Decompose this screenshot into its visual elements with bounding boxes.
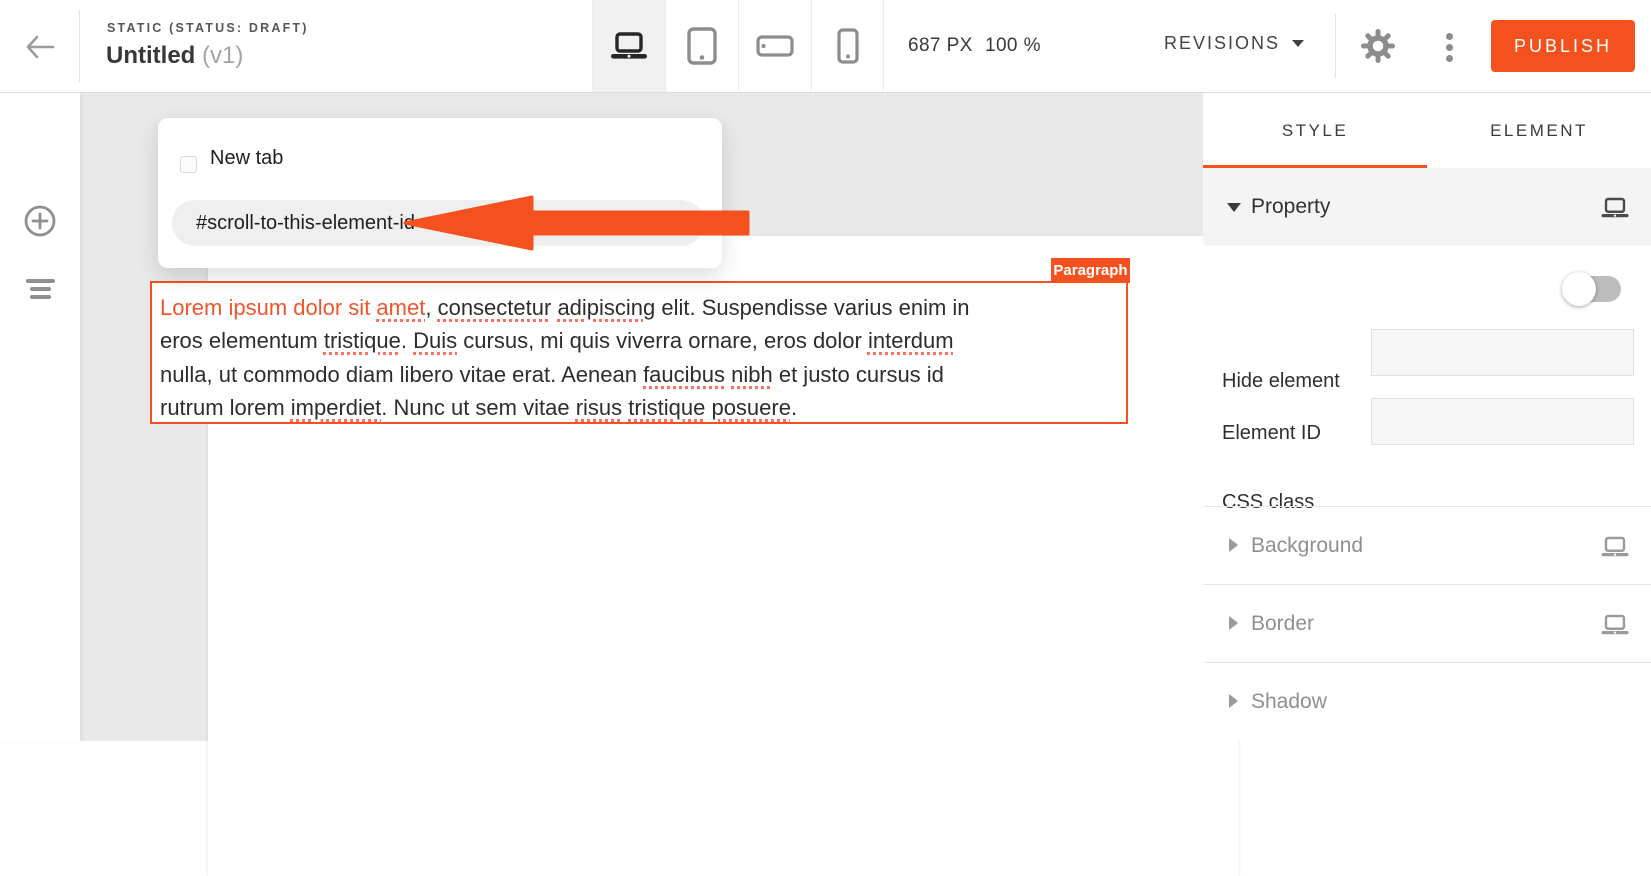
- caret-down-icon: [1227, 203, 1241, 212]
- device-laptop-button[interactable]: [592, 0, 665, 92]
- element-id-input[interactable]: [1371, 329, 1634, 376]
- laptop-icon[interactable]: [1600, 535, 1632, 559]
- tab-element[interactable]: ELEMENT: [1427, 93, 1651, 168]
- paragraph-line: eros elementum tristique. Duis cursus, m…: [160, 328, 954, 354]
- device-phone-portrait-button[interactable]: [811, 0, 884, 92]
- inspector-panel: STYLE ELEMENT Property Hide element Elem…: [1203, 93, 1651, 741]
- kebab-menu-icon: [1445, 32, 1453, 62]
- caret-right-icon: [1229, 694, 1238, 708]
- device-tablet-button[interactable]: [665, 0, 738, 92]
- device-preview-switcher: [592, 0, 884, 92]
- revisions-label: REVISIONS: [1164, 33, 1281, 53]
- laptop-icon[interactable]: [1600, 196, 1632, 220]
- toggle-knob: [1562, 272, 1596, 306]
- section-title: Shadow: [1251, 690, 1327, 713]
- page-version: (v1): [202, 42, 244, 69]
- paragraph-link: Lorem ipsum dolor sit amet: [160, 295, 426, 320]
- hide-element-label: Hide element: [1222, 370, 1340, 392]
- more-options-button[interactable]: [1441, 29, 1457, 65]
- device-phone-landscape-button[interactable]: [738, 0, 811, 92]
- settings-button[interactable]: [1359, 27, 1397, 65]
- paragraph-line: rutrum lorem imperdiet. Nunc ut sem vita…: [160, 395, 798, 421]
- css-class-input[interactable]: [1371, 398, 1634, 445]
- paragraph-line: nulla, ut commodo diam libero vitae erat…: [160, 361, 944, 387]
- inspector-tabs: STYLE ELEMENT: [1203, 93, 1651, 168]
- top-bar: STATIC (STATUS: DRAFT) Untitled (v1) 687…: [0, 0, 1651, 93]
- zoom-level-readout: 100 %: [985, 35, 1041, 56]
- chevron-down-icon: [1292, 40, 1305, 47]
- laptop-icon: [609, 31, 649, 61]
- section-header-shadow[interactable]: Shadow: [1203, 663, 1651, 741]
- viewport-width-readout: 687 PX: [908, 35, 973, 56]
- new-tab-label: New tab: [210, 147, 284, 169]
- section-header-border[interactable]: Border: [1203, 585, 1651, 663]
- new-tab-checkbox[interactable]: [180, 156, 197, 173]
- phone-landscape-icon: [756, 35, 794, 57]
- back-button[interactable]: [18, 29, 62, 65]
- add-element-icon: [23, 204, 57, 238]
- layers-button[interactable]: [0, 261, 80, 317]
- section-header-property[interactable]: Property: [1203, 168, 1651, 246]
- element-id-label: Element ID: [1222, 422, 1321, 444]
- topbar-divider: [79, 10, 80, 82]
- section-title: Border: [1251, 612, 1315, 635]
- add-element-button[interactable]: [0, 193, 80, 249]
- left-toolbar: [0, 93, 80, 741]
- link-settings-popup: New tab: [158, 118, 722, 268]
- paragraph-line: Lorem ipsum dolor sit amet, consectetur …: [160, 295, 970, 320]
- tablet-icon: [687, 27, 717, 65]
- page-title-text: Untitled: [106, 42, 196, 69]
- section-header-background[interactable]: Background: [1203, 507, 1651, 585]
- arrow-left-icon: [25, 34, 55, 60]
- revisions-dropdown[interactable]: REVISIONS: [1164, 33, 1305, 54]
- hide-element-toggle[interactable]: [1562, 272, 1621, 306]
- selected-paragraph-element[interactable]: Paragraph Lorem ipsum dolor sit amet, co…: [150, 258, 1130, 425]
- caret-right-icon: [1229, 538, 1238, 552]
- page-status-label: STATIC (STATUS: DRAFT): [107, 21, 309, 35]
- paragraph-text: Lorem ipsum dolor sit amet, consectetur …: [152, 283, 1126, 425]
- link-anchor-input[interactable]: [172, 200, 704, 246]
- page-title: Untitled (v1): [106, 42, 243, 70]
- layers-icon: [25, 279, 55, 299]
- caret-right-icon: [1229, 616, 1238, 630]
- element-type-badge: Paragraph: [1051, 258, 1130, 283]
- section-title: Background: [1251, 534, 1364, 557]
- gear-icon: [1360, 28, 1396, 64]
- section-title: Property: [1251, 195, 1331, 218]
- laptop-icon[interactable]: [1600, 613, 1632, 637]
- publish-button[interactable]: PUBLISH: [1491, 20, 1635, 72]
- topbar-divider: [1335, 14, 1336, 78]
- phone-portrait-icon: [836, 28, 859, 64]
- tab-style[interactable]: STYLE: [1203, 93, 1427, 168]
- page-builder-app: STATIC (STATUS: DRAFT) Untitled (v1) 687…: [0, 0, 1651, 876]
